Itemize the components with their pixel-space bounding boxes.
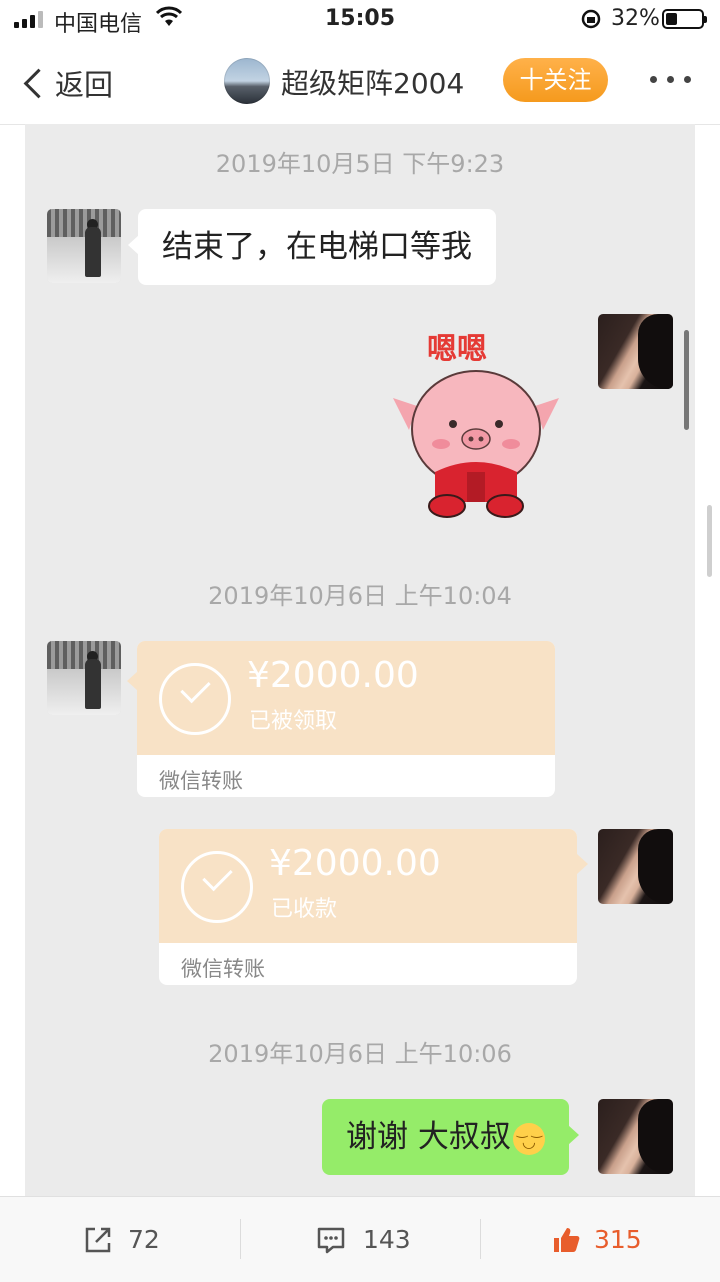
comment-icon	[317, 1227, 345, 1253]
avatar	[47, 641, 121, 715]
message-bubble: 谢谢 大叔叔	[322, 1099, 579, 1175]
transfer-amount: ¥2000.00	[247, 655, 419, 696]
like-button[interactable]: 315	[550, 1197, 642, 1282]
rotation-lock-icon	[580, 8, 602, 36]
scrollbar[interactable]	[684, 330, 689, 430]
pig-sticker: 嗯嗯	[387, 324, 565, 519]
transfer-footer: 微信转账	[181, 957, 265, 981]
check-circle-icon	[159, 663, 231, 735]
transfer-card-received[interactable]: ¥2000.00 已被领取 微信转账	[137, 641, 555, 797]
author-name[interactable]: 超级矩阵2004	[281, 62, 464, 102]
avatar	[598, 314, 673, 389]
repost-button[interactable]: 72	[82, 1197, 160, 1282]
like-count: 315	[594, 1225, 642, 1254]
scrollbar[interactable]	[707, 505, 712, 577]
transfer-status: 已收款	[271, 897, 338, 922]
chat-timestamp: 2019年10月6日 上午10:04	[208, 582, 512, 610]
more-options-icon[interactable]	[650, 76, 691, 83]
smile-emoji-icon	[512, 1122, 545, 1155]
nav-bar: 返回 超级矩阵2004 十关注	[0, 40, 720, 125]
author-avatar[interactable]	[224, 58, 270, 104]
divider	[240, 1219, 241, 1259]
battery-percent: 32%	[611, 6, 660, 31]
transfer-footer: 微信转账	[159, 769, 243, 793]
battery-icon	[662, 9, 707, 29]
avatar	[598, 1099, 673, 1174]
chat-timestamp: 2019年10月6日 上午10:06	[208, 1040, 512, 1068]
message-bubble: 结束了，在电梯口等我	[128, 209, 496, 285]
transfer-card-accepted[interactable]: ¥2000.00 已收款 微信转账	[159, 829, 577, 985]
transfer-amount: ¥2000.00	[269, 843, 441, 884]
follow-button[interactable]: 十关注	[503, 58, 608, 102]
pig-icon	[393, 370, 559, 518]
chat-timestamp: 2019年10月5日 下午9:23	[215, 150, 505, 178]
check-circle-icon	[181, 851, 253, 923]
avatar	[47, 209, 121, 283]
repost-count: 72	[128, 1225, 160, 1254]
comment-count: 143	[363, 1225, 411, 1254]
comment-button[interactable]: 143	[315, 1197, 411, 1282]
share-icon	[85, 1227, 111, 1252]
back-label: 返回	[55, 68, 114, 102]
thumbs-up-icon	[554, 1227, 580, 1252]
transfer-status: 已被领取	[249, 709, 338, 734]
back-button[interactable]: 返回	[20, 62, 113, 104]
bubble-tail	[577, 854, 588, 874]
status-bar: 中国电信 15:05 32%	[0, 0, 720, 40]
divider	[480, 1219, 481, 1259]
avatar	[598, 829, 673, 904]
bottom-toolbar: 72 143 315	[0, 1196, 720, 1282]
message-text: 谢谢 大叔叔	[346, 1119, 511, 1155]
chat-screenshot[interactable]: 2019年10月5日 下午9:23 结束了，在电梯口等我 嗯嗯 2019年10月…	[25, 124, 695, 1196]
chevron-left-icon	[23, 68, 54, 98]
